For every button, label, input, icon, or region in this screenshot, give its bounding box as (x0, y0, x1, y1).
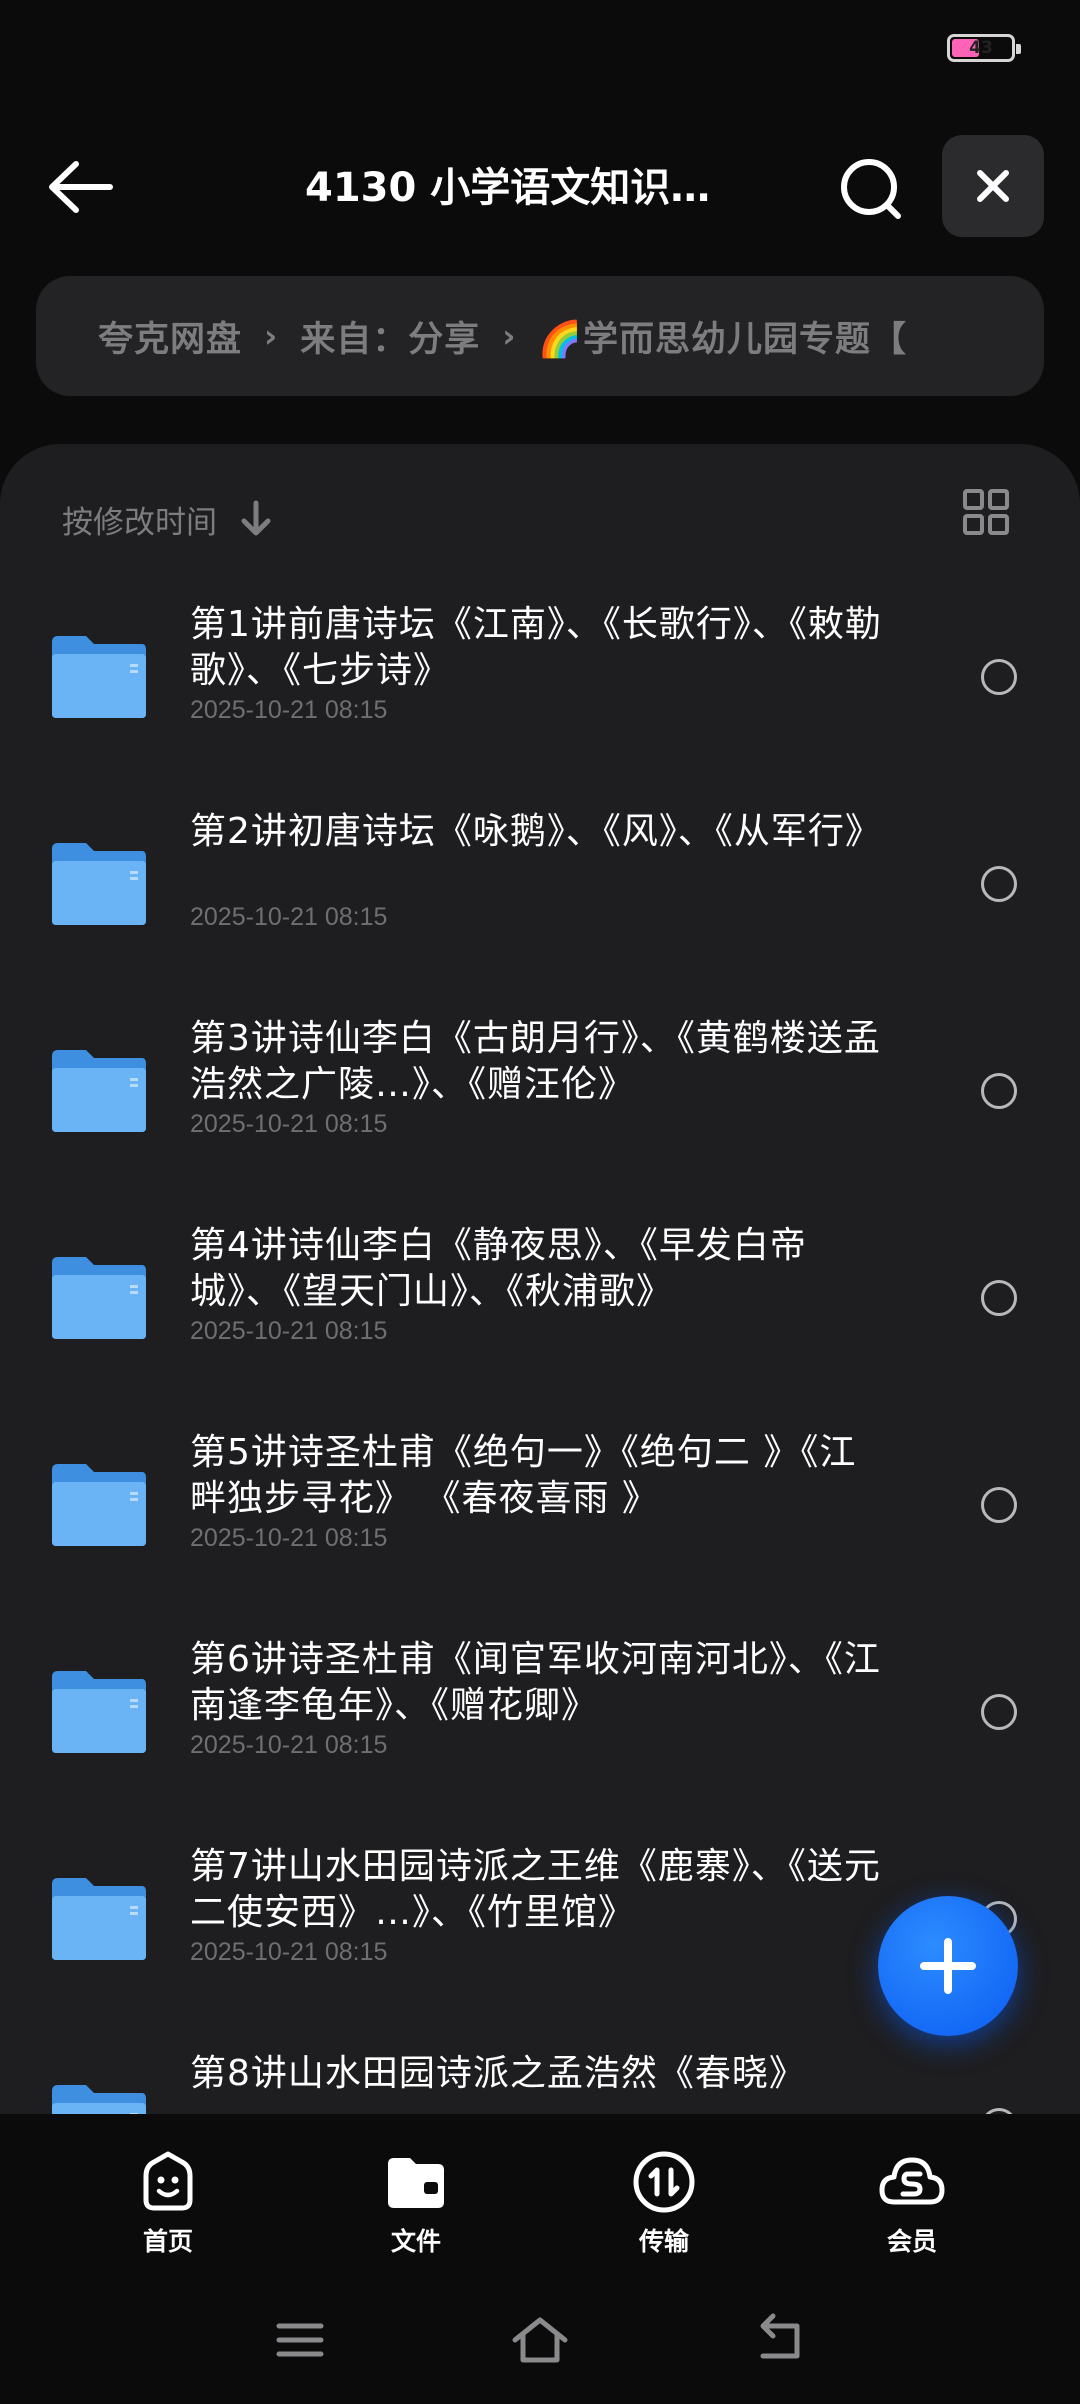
nav-item-files[interactable]: 文件 (356, 2146, 476, 2256)
file-name: 第7讲山水田园诗派之王维《鹿寨》、《送元二使安西》…》、《竹里馆》 (190, 1846, 881, 1933)
page-title: 4130 小学语文知识… (305, 165, 711, 211)
file-date: 2025-10-21 08:15 (190, 1110, 388, 1138)
file-date: 2025-10-21 08:15 (190, 1731, 388, 1759)
sort-label: 按修改时间 (62, 504, 217, 541)
select-checkbox[interactable] (981, 1487, 1017, 1523)
file-name: 第6讲诗圣杜甫《闻官军收河南河北》、《江南逢李龟年》、《赠花卿》 (190, 1639, 881, 1726)
select-checkbox[interactable] (981, 1073, 1017, 1109)
breadcrumb-item-root[interactable]: 夸克网盘 (98, 311, 242, 362)
folder-icon (52, 1671, 146, 1753)
list-item[interactable]: 第8讲山水田园诗派之孟浩然《春晓》 (0, 2033, 1080, 2114)
file-name: 第4讲诗仙李白《静夜思》、《早发白帝城》、《望天门山》、《秋浦歌》 (190, 1225, 807, 1312)
nav-label: 首页 (142, 2227, 193, 2256)
list-item[interactable]: 第6讲诗圣杜甫《闻官军收河南河北》、《江南逢李龟年》、《赠花卿》 2025-10… (0, 1619, 1080, 1826)
select-checkbox[interactable] (981, 1694, 1017, 1730)
list-item[interactable]: 第5讲诗圣杜甫《绝句一》《绝句二 》《江畔独步寻花》 《春夜喜雨 》 2025-… (0, 1412, 1080, 1619)
add-button[interactable] (878, 1896, 1018, 2036)
nav-label: 传输 (638, 2227, 689, 2256)
sort-selector[interactable]: 按修改时间 (62, 494, 273, 544)
house-icon (512, 2317, 568, 2363)
breadcrumb-separator: › (502, 317, 517, 355)
folder-icon (52, 1050, 146, 1132)
nav-item-home[interactable]: 首页 (108, 2146, 228, 2256)
back-icon (760, 2313, 800, 2359)
menu-icon (276, 2323, 324, 2357)
close-button[interactable] (942, 135, 1044, 237)
nav-label: 文件 (390, 2227, 441, 2256)
file-date: 2025-10-21 08:15 (190, 903, 388, 931)
folder-icon (52, 1464, 146, 1546)
back-nav-button[interactable] (745, 2310, 815, 2370)
breadcrumb-item-current[interactable]: 🌈学而思幼儿园专题【 (538, 311, 907, 362)
file-list: 第1讲前唐诗坛《江南》、《长歌行》、《敕勒歌》、《七步诗》 2025-10-21… (0, 584, 1080, 2114)
file-name: 第3讲诗仙李白《古朗月行》、《黄鹤楼送孟浩然之广陵…》、《赠汪伦》 (190, 1018, 881, 1105)
screen: 43 4130 小学语文知识… 夸克网盘 › 来自：分享 › 🌈学而思幼儿园专题… (0, 0, 1080, 2404)
select-checkbox[interactable] (981, 1280, 1017, 1316)
folder-icon (52, 1257, 146, 1339)
folder-icon (52, 636, 146, 718)
header: 4130 小学语文知识… (0, 130, 1080, 240)
search-icon (841, 159, 901, 219)
list-item[interactable]: 第3讲诗仙李白《古朗月行》、《黄鹤楼送孟浩然之广陵…》、《赠汪伦》 2025-1… (0, 998, 1080, 1205)
nav-item-transfer[interactable]: 传输 (604, 2146, 724, 2256)
close-icon (977, 170, 1009, 202)
breadcrumb: 夸克网盘 › 来自：分享 › 🌈学而思幼儿园专题【 (36, 276, 1044, 396)
grid-icon (963, 489, 1009, 535)
file-name: 第1讲前唐诗坛《江南》、《长歌行》、《敕勒歌》、《七步诗》 (190, 604, 882, 691)
file-list-panel: 按修改时间 第1讲前唐诗坛《江南》、《长歌行》、《敕勒歌》、《七步诗》 2025… (0, 444, 1080, 2114)
list-item[interactable]: 第2讲初唐诗坛《咏鹅》、《风》、《从军行》 2025-10-21 08:15 (0, 791, 1080, 998)
breadcrumb-item-share[interactable]: 来自：分享 (300, 311, 480, 362)
file-name: 第5讲诗圣杜甫《绝句一》《绝句二 》《江畔独步寻花》 《春夜喜雨 》 (190, 1432, 857, 1519)
file-date: 2025-10-21 08:15 (190, 1524, 388, 1552)
member-cloud-icon (879, 2157, 945, 2205)
folder-icon (52, 1878, 146, 1960)
home-button[interactable] (505, 2310, 575, 2370)
system-nav-bar (0, 2290, 1080, 2404)
file-name: 第8讲山水田园诗派之孟浩然《春晓》 (190, 2053, 806, 2094)
select-checkbox[interactable] (981, 866, 1017, 902)
back-button[interactable] (40, 152, 120, 222)
breadcrumb-separator: › (264, 317, 279, 355)
list-item[interactable]: 第1讲前唐诗坛《江南》、《长歌行》、《敕勒歌》、《七步诗》 2025-10-21… (0, 584, 1080, 791)
home-face-icon (143, 2151, 193, 2211)
file-date: 2025-10-21 08:15 (190, 696, 388, 724)
transfer-icon (633, 2151, 695, 2213)
file-name: 第2讲初唐诗坛《咏鹅》、《风》、《从军行》 (190, 811, 882, 852)
folder-icon (388, 2158, 444, 2208)
folder-icon (52, 843, 146, 925)
search-button[interactable] (832, 150, 912, 230)
menu-button[interactable] (265, 2310, 335, 2370)
battery-icon: 43 (947, 34, 1021, 62)
arrow-left-icon (49, 161, 113, 213)
select-checkbox[interactable] (981, 659, 1017, 695)
plus-icon (920, 1938, 976, 1994)
file-date: 2025-10-21 08:15 (190, 1317, 388, 1345)
arrow-down-icon (241, 500, 271, 536)
file-date: 2025-10-21 08:15 (190, 1938, 388, 1966)
folder-icon (52, 2085, 146, 2114)
list-item[interactable]: 第4讲诗仙李白《静夜思》、《早发白帝城》、《望天门山》、《秋浦歌》 2025-1… (0, 1205, 1080, 1412)
bottom-nav: 首页 文件 传输 会员 (0, 2114, 1080, 2259)
grid-view-button[interactable] (962, 488, 1010, 536)
nav-label: 会员 (886, 2227, 937, 2256)
nav-item-member[interactable]: 会员 (852, 2146, 972, 2256)
status-bar: 43 (0, 0, 1080, 100)
battery-percent: 43 (969, 38, 993, 58)
